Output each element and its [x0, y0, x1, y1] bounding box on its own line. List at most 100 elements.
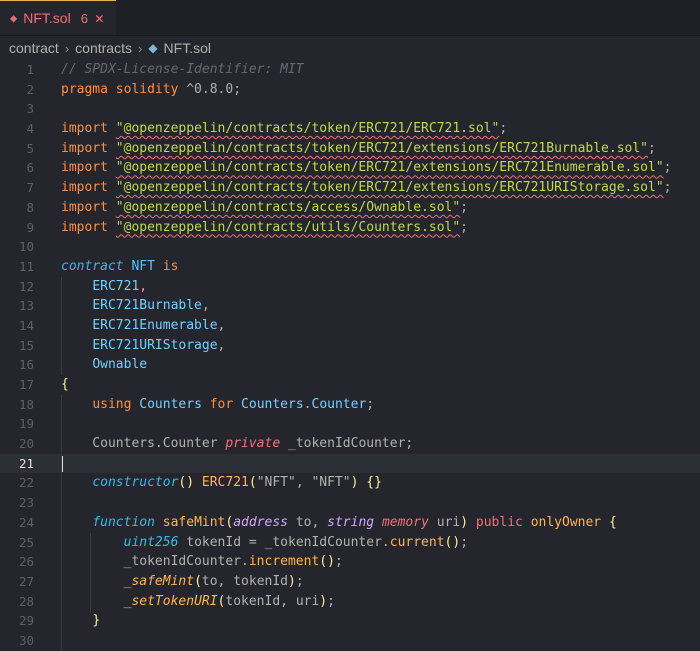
- code-line[interactable]: 27 _safeMint(to, tokenId);: [0, 572, 700, 592]
- code-line[interactable]: 29 }: [0, 611, 700, 631]
- code-line[interactable]: 26 _tokenIdCounter.increment();: [0, 552, 700, 572]
- code-line[interactable]: 1 // SPDX-License-Identifier: MIT: [0, 60, 700, 80]
- code-line[interactable]: 19: [0, 414, 700, 434]
- code-token: ERC721Burnable: [92, 298, 202, 314]
- code-line[interactable]: 3: [0, 99, 700, 119]
- line-number: 18: [18, 396, 34, 412]
- problem-count-badge: 6: [80, 10, 88, 26]
- code-token: NFT: [131, 258, 163, 274]
- code-token: safeMint: [162, 514, 226, 530]
- code-text: import "@openzeppelin/contracts/token/ER…: [61, 119, 507, 139]
- breadcrumb-item-contract[interactable]: contract: [9, 40, 59, 56]
- close-icon[interactable]: ✕: [95, 9, 104, 27]
- code-line[interactable]: 15 ERC721URIStorage,: [0, 336, 700, 356]
- code-token: ;: [366, 396, 375, 412]
- code-text: contract NFT is: [61, 257, 178, 277]
- code-token: ;: [295, 573, 304, 589]
- code-editor[interactable]: 1 // SPDX-License-Identifier: MIT 2 pragma …: [0, 60, 700, 651]
- code-token: ERC721: [201, 475, 249, 491]
- code-line[interactable]: 6 import "@openzeppelin/contracts/token/E…: [0, 158, 700, 178]
- code-token: (: [194, 573, 202, 589]
- code-line[interactable]: 23: [0, 493, 700, 513]
- code-token: ;: [460, 199, 468, 215]
- code-token: ;: [334, 554, 343, 570]
- line-number: 19: [18, 416, 34, 432]
- line-number: 23: [18, 495, 34, 511]
- code-token: {: [61, 377, 69, 392]
- tab-nft-sol[interactable]: ◆ NFT.sol 6 ✕: [0, 0, 116, 35]
- code-text: ERC721,: [61, 277, 147, 297]
- code-line[interactable]: 4 import "@openzeppelin/contracts/token/E…: [0, 119, 700, 139]
- code-token: for: [209, 396, 242, 412]
- code-token: }: [92, 613, 101, 629]
- solidity-icon: ◆: [10, 11, 18, 25]
- code-line[interactable]: 2 pragma solidity ^0.8.0;: [0, 80, 700, 100]
- line-number: 13: [18, 298, 34, 314]
- code-token: ERC721Enumerable: [92, 317, 218, 333]
- code-line[interactable]: 16 Ownable: [0, 355, 700, 375]
- code-token: {: [608, 514, 617, 530]
- code-line[interactable]: 5 import "@openzeppelin/contracts/token/E…: [0, 139, 700, 159]
- code-text: }: [61, 611, 100, 631]
- code-text: using Counters for Counters.Counter;: [61, 395, 374, 415]
- code-line[interactable]: 14 ERC721Enumerable,: [0, 316, 700, 336]
- code-token: "@openzeppelin/contracts/utils/Counters.…: [115, 219, 461, 235]
- code-line[interactable]: 11 contract NFT is: [0, 257, 700, 277]
- code-token: public: [475, 514, 531, 530]
- code-line[interactable]: 9 import "@openzeppelin/contracts/utils/C…: [0, 218, 700, 238]
- line-number: 14: [18, 317, 34, 333]
- code-line[interactable]: 21: [0, 453, 700, 474]
- code-line[interactable]: 17 {: [0, 375, 700, 395]
- code-line[interactable]: 28 _setTokenURI(tokenId, uri);: [0, 592, 700, 612]
- solidity-icon: ◆: [148, 41, 158, 55]
- code-token: import: [61, 121, 116, 137]
- code-token: "@openzeppelin/contracts/token/ERC721/ex…: [115, 140, 649, 156]
- code-token: _setTokenURI: [123, 593, 218, 609]
- code-text: pragma solidity ^0.8.0;: [61, 80, 241, 100]
- code-token: ;: [460, 534, 469, 550]
- code-token: "@openzeppelin/contracts/access/Ownable.…: [115, 199, 461, 215]
- breadcrumb-item-contracts[interactable]: contracts: [75, 40, 132, 56]
- code-token: Counters.Counter: [61, 436, 226, 452]
- code-line[interactable]: 12 ERC721,: [0, 277, 700, 297]
- code-line[interactable]: 25 uint256 tokenId = _tokenIdCounter.cur…: [0, 533, 700, 553]
- code-line[interactable]: 22 constructor() ERC721("NFT", "NFT") {}: [0, 473, 700, 493]
- code-token: ^0.8.0;: [186, 81, 242, 97]
- code-token: "@openzeppelin/contracts/token/ERC721/ER…: [115, 121, 500, 137]
- line-number: 11: [18, 258, 34, 274]
- code-token: ,: [139, 278, 148, 294]
- line-number: 16: [18, 357, 34, 373]
- line-number: 30: [18, 632, 34, 648]
- code-line[interactable]: 30: [0, 631, 700, 651]
- line-number: 5: [26, 140, 34, 156]
- code-token: function: [92, 514, 163, 530]
- code-line[interactable]: 7 import "@openzeppelin/contracts/token/E…: [0, 178, 700, 198]
- breadcrumb: contract › contracts › ◆ NFT.sol: [0, 36, 700, 60]
- code-token: string: [327, 514, 382, 530]
- indent-guide: [61, 276, 62, 376]
- line-number: 15: [18, 337, 34, 353]
- code-line[interactable]: 20 Counters.Counter private _tokenIdCoun…: [0, 434, 700, 454]
- code-line[interactable]: 18 using Counters for Counters.Counter;: [0, 395, 700, 415]
- code-line[interactable]: 8 import "@openzeppelin/contracts/access/…: [0, 198, 700, 218]
- code-token: // SPDX-License-Identifier: MIT: [61, 62, 304, 77]
- code-token: "NFT", "NFT": [256, 475, 351, 491]
- indent-guide: [61, 394, 62, 651]
- breadcrumb-item-nft-sol[interactable]: NFT.sol: [164, 40, 211, 56]
- code-token: ;: [663, 160, 672, 176]
- line-number: 28: [18, 593, 34, 609]
- line-number: 7: [26, 180, 34, 196]
- code-token: constructor: [92, 475, 179, 491]
- code-token: ;: [327, 593, 335, 609]
- code-token: uint256: [123, 534, 187, 550]
- code-line[interactable]: 24 function safeMint(address to, string …: [0, 513, 700, 533]
- code-token: "@openzeppelin/contracts/token/ERC721/ex…: [115, 180, 664, 196]
- code-text: import "@openzeppelin/contracts/token/ER…: [61, 158, 672, 178]
- code-token: ): [319, 593, 328, 609]
- code-line[interactable]: 13 ERC721Burnable,: [0, 296, 700, 316]
- code-line[interactable]: 10: [0, 237, 700, 257]
